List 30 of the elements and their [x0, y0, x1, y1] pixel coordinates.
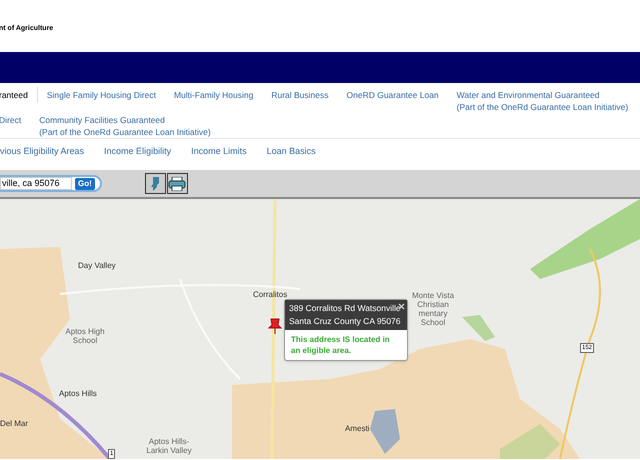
program-tab[interactable]: Rural Business	[262, 87, 338, 103]
place-label: Aptos Hills	[59, 389, 97, 398]
place-label: Aptos Hills-Larkin Valley	[146, 437, 192, 455]
print-button[interactable]	[166, 173, 188, 194]
eligibility-result: This address IS located in an eligible area.	[290, 334, 391, 357]
program-tab[interactable]: Single Family Housing Direct	[38, 87, 165, 103]
program-tab[interactable]: Direct	[0, 112, 30, 128]
sub-tab[interactable]: vious Eligibility Areas	[0, 144, 94, 158]
program-tab[interactable]: Community Facilities Guaranteed (Part of the OneRd Guarantee Loan Initiative)	[30, 112, 220, 140]
pin-icon	[149, 176, 162, 192]
popup-county: Santa Cruz County CA 95076	[289, 315, 401, 328]
pin-tool-button[interactable]	[144, 173, 166, 194]
program-tab[interactable]: OneRD Guarantee Loan	[338, 87, 448, 103]
program-tab[interactable]: Water and Environmental Guaranteed (Part of the OneRd Guarantee Loan Initiative)	[448, 87, 638, 115]
place-label: Amesti	[345, 424, 370, 433]
map-drawing[interactable]	[0, 199, 640, 459]
go-button[interactable]: Go!	[75, 178, 95, 190]
place-label: Day Valley	[78, 261, 116, 270]
address-field[interactable]: ville, ca 95076	[0, 177, 72, 190]
place-label: Corralitos	[253, 290, 288, 299]
map-pin-icon	[268, 318, 282, 334]
printer-icon	[168, 176, 186, 190]
place-label: Aptos High School	[64, 327, 106, 345]
popup-address: 389 Corralitos Rd Watsonville	[289, 302, 401, 315]
sub-tab[interactable]: Income Limits	[181, 144, 257, 158]
program-tab[interactable]: Multi-Family Housing	[164, 87, 262, 103]
sub-tab[interactable]: Loan Basics	[256, 144, 326, 158]
sub-tab[interactable]: Income Eligibility	[94, 144, 182, 158]
place-label: Monte Vista Christian mentary School	[410, 291, 456, 327]
place-label: Del Mar	[0, 419, 28, 428]
